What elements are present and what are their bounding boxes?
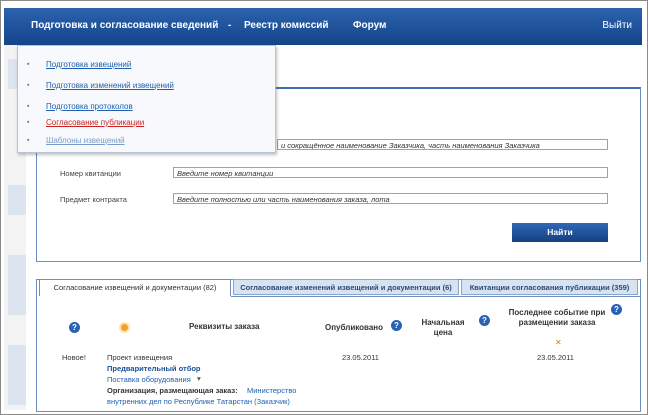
submenu-item-label[interactable]: Подготовка изменений извещений <box>46 81 174 90</box>
submenu-item-publication-approval[interactable]: ▪ Согласование публикации <box>18 118 268 130</box>
col-header-last-event[interactable]: Последнее событие при размещении заказа <box>507 308 607 328</box>
help-icon[interactable]: ? <box>391 320 402 331</box>
submenu-item-protocols[interactable]: ▪ Подготовка протоколов <box>18 102 268 114</box>
nav-item-forum[interactable]: Форум <box>353 20 386 31</box>
submenu-dropdown: ▪ Подготовка извещений ▪ Подготовка изме… <box>17 45 276 153</box>
col-header-requisites: Реквизиты заказа <box>189 322 260 331</box>
chevron-down-icon[interactable]: ▾ <box>197 374 201 383</box>
contract-subject-label: Предмет контракта <box>60 195 127 204</box>
results-panel: Согласование извещений и документации (8… <box>36 279 641 412</box>
row-org-link-continued[interactable]: внутренних дел по Республике Татарстан (… <box>107 397 290 406</box>
customer-name-input[interactable]: и сокращённое наименование Заказчика, ча… <box>277 139 608 150</box>
bullet-icon: ▪ <box>27 137 30 144</box>
tab-divider <box>231 296 640 297</box>
status-sun-icon <box>119 322 130 333</box>
bullet-icon: ▪ <box>27 82 30 89</box>
help-icon[interactable]: ? <box>479 315 490 326</box>
nav-item-commissions-registry[interactable]: Реестр комиссий <box>244 20 329 31</box>
tab-publication-receipts[interactable]: Квитанции согласования публикации (359) <box>461 279 638 295</box>
row-published-date: 23.05.2011 <box>342 353 379 362</box>
submenu-item-label[interactable]: Подготовка протоколов <box>46 102 133 111</box>
submenu-item-notices[interactable]: ▪ Подготовка извещений <box>18 60 268 72</box>
col-header-published[interactable]: Опубликовано <box>325 323 383 332</box>
row-org-label: Организация, размещающая заказ: <box>107 386 238 395</box>
app-window: Подготовка и согласование сведений - Рее… <box>0 0 648 415</box>
sort-icon[interactable]: ✕ <box>555 338 562 347</box>
submenu-item-notice-changes[interactable]: ▪ Подготовка изменений извещений <box>18 81 268 93</box>
sidebar-block <box>8 345 26 405</box>
row-doc-type: Проект извещения <box>107 353 173 362</box>
help-icon[interactable]: ? <box>611 304 622 315</box>
row-procurement-method[interactable]: Предварительный отбор <box>107 364 201 373</box>
bullet-icon: ▪ <box>27 103 30 110</box>
logout-link[interactable]: Выйти <box>602 20 632 31</box>
tab-notices-approval[interactable]: Согласование извещений и документации (8… <box>39 279 231 296</box>
top-navigation-bar: Подготовка и согласование сведений - Рее… <box>4 8 642 45</box>
col-header-initial-price[interactable]: Начальная цена <box>421 318 465 338</box>
submenu-item-notice-templates[interactable]: ▪ Шаблоны извещений <box>18 136 268 148</box>
nav-separator: - <box>228 20 232 31</box>
row-org-link[interactable]: Министерство <box>247 386 296 395</box>
submenu-item-label[interactable]: Подготовка извещений <box>46 60 131 69</box>
submenu-item-label[interactable]: Шаблоны извещений <box>46 136 125 145</box>
receipt-number-label: Номер квитанции <box>60 169 121 178</box>
sidebar-block <box>8 255 26 315</box>
sidebar-block <box>8 185 26 215</box>
bullet-icon: ▪ <box>27 61 30 68</box>
row-last-event-date: 23.05.2011 <box>537 353 574 362</box>
find-button[interactable]: Найти <box>512 223 608 242</box>
bullet-icon: ▪ <box>27 119 30 126</box>
tab-changes-approval[interactable]: Согласование изменений извещений и докум… <box>233 279 459 295</box>
row-status: Новое! <box>62 353 86 362</box>
help-icon[interactable]: ? <box>69 322 80 333</box>
row-subject-link[interactable]: Поставка оборудования <box>107 375 191 384</box>
receipt-number-input[interactable]: Введите номер квитанции <box>173 167 608 178</box>
submenu-item-label[interactable]: Согласование публикации <box>46 118 144 127</box>
contract-subject-input[interactable]: Введите полностью или часть наименования… <box>173 193 608 204</box>
nav-item-preparation[interactable]: Подготовка и согласование сведений <box>31 20 218 31</box>
